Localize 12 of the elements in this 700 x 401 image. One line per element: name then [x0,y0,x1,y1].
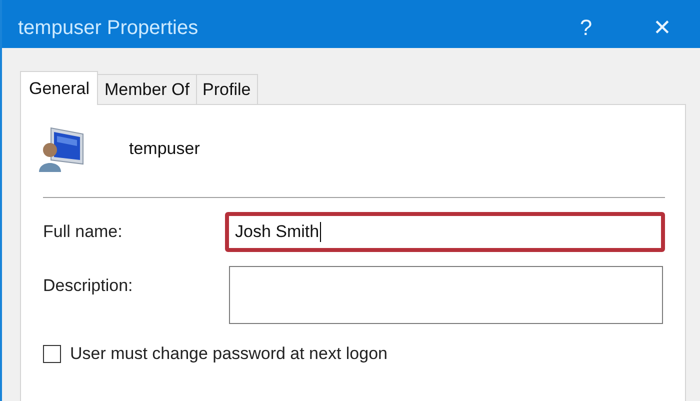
text-field[interactable]: Josh Smith [225,212,665,252]
checkbox[interactable] [43,345,61,363]
close-button[interactable]: ✕ [624,10,700,46]
text-field[interactable] [229,266,663,324]
field-label: Full name: [42,221,124,242]
user-name: tempuser [129,139,200,159]
help-button[interactable]: ? [548,10,624,46]
tab[interactable]: Profile [196,74,258,104]
window-title: tempuser Properties [18,16,198,40]
checkbox-label: User must change password at next logon [70,344,388,364]
tab[interactable]: General [20,71,98,105]
field-label: Description: [42,275,134,296]
